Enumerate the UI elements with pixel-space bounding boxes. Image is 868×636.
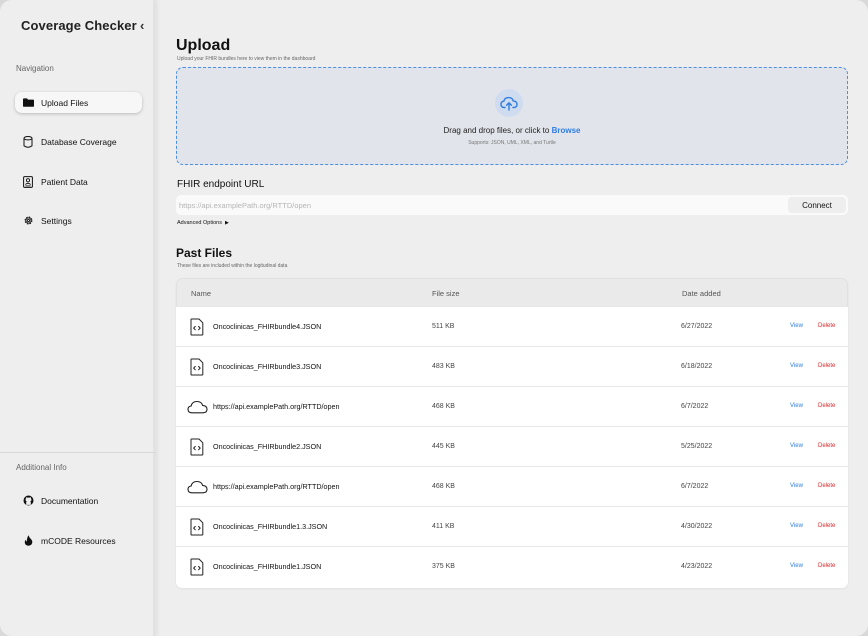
file-name: https://api.examplePath.org/RTTD/open: [213, 402, 340, 411]
sidebar-item-upload-files[interactable]: Upload Files: [15, 92, 142, 113]
navigation-section-label: Navigation: [16, 64, 54, 73]
page-title: Upload: [176, 37, 231, 54]
sidebar-divider: [0, 452, 156, 453]
view-link[interactable]: View: [790, 523, 803, 529]
code-file-icon: [186, 437, 208, 457]
file-name: Oncoclinicas_FHIRbundle3.JSON: [213, 362, 322, 371]
gear-icon: [22, 215, 34, 227]
dropzone-text: Drag and drop files, or click to: [443, 126, 552, 135]
sidebar-item-label: Settings: [41, 215, 72, 226]
file-name: Oncoclinicas_FHIRbundle4.JSON: [213, 322, 322, 331]
file-size: 468 KB: [432, 483, 455, 490]
past-files-title: Past Files: [176, 246, 233, 260]
file-name: https://api.examplePath.org/RTTD/open: [213, 482, 340, 491]
table-header: Name File size Date added: [176, 278, 848, 306]
caret-right-icon: ▶: [224, 220, 229, 226]
table-row: Oncoclinicas_FHIRbundle4.JSON 511 KB 6/27/…: [176, 306, 848, 346]
folder-icon: [22, 97, 34, 109]
delete-link[interactable]: Delete: [818, 523, 835, 529]
page-subtitle: Upload your FHIR bundles here to view th…: [177, 56, 316, 62]
fhir-endpoint-label: FHIR endpoint URL: [177, 179, 265, 190]
view-link[interactable]: View: [790, 443, 803, 449]
cloud-icon: [186, 477, 208, 497]
code-file-icon: [186, 557, 208, 577]
file-name: Oncoclinicas_FHIRbundle1.3.JSON: [213, 522, 328, 531]
file-size: 511 KB: [432, 323, 455, 330]
table-row: Oncoclinicas_FHIRbundle2.JSON 445 KB 5/25/…: [176, 426, 848, 466]
table-row: https://api.examplePath.org/RTTD/open 468…: [176, 386, 848, 426]
table-row: https://api.examplePath.org/RTTD/open 468…: [176, 466, 848, 506]
sidebar-item-label: Upload Files: [41, 97, 89, 108]
view-link[interactable]: View: [790, 403, 803, 409]
file-size: 468 KB: [432, 403, 455, 410]
sidebar-item-label: mCODE Resources: [41, 535, 116, 546]
view-link[interactable]: View: [790, 323, 803, 329]
date-added: 6/7/2022: [681, 483, 709, 490]
sidebar-item-label: Database Coverage: [41, 136, 117, 147]
date-added: 4/23/2022: [681, 563, 713, 570]
file-name: Oncoclinicas_FHIRbundle2.JSON: [213, 442, 322, 451]
code-file-icon: [186, 357, 208, 377]
supported-formats-text: Supports: JSON, UML, XML, and Turtle: [468, 140, 556, 146]
advanced-options-toggle[interactable]: Advanced Options ▶: [177, 220, 229, 226]
sidebar-item-documentation[interactable]: Documentation: [15, 490, 142, 511]
view-link[interactable]: View: [790, 483, 803, 489]
database-icon: [22, 135, 34, 148]
browse-link[interactable]: Browse: [552, 126, 581, 135]
code-file-icon: [186, 317, 208, 337]
github-icon: [22, 495, 34, 507]
delete-link[interactable]: Delete: [818, 323, 835, 329]
additional-info-label: Additional Info: [16, 463, 67, 472]
view-link[interactable]: View: [790, 563, 803, 569]
view-link[interactable]: View: [790, 363, 803, 369]
past-files-subtitle: These files are included within the logi…: [177, 263, 288, 269]
chevron-left-icon[interactable]: ‹: [140, 18, 152, 34]
fhir-endpoint-row: Connect: [176, 195, 848, 215]
sidebar: Coverage Checker ‹ Navigation Upload Fil…: [0, 0, 156, 636]
column-header-date-added: Date added: [682, 289, 721, 298]
file-dropzone[interactable]: Drag and drop files, or click to Browse …: [176, 67, 848, 165]
main-content: Upload Upload your FHIR bundles here to …: [160, 0, 868, 636]
cloud-upload-icon: [495, 89, 523, 117]
delete-link[interactable]: Delete: [818, 403, 835, 409]
table-row: Oncoclinicas_FHIRbundle1.3.JSON 411 KB 4/3…: [176, 506, 848, 546]
app-window: Coverage Checker ‹ Navigation Upload Fil…: [0, 0, 868, 636]
file-size: 445 KB: [432, 443, 455, 450]
dropzone-instructions: Drag and drop files, or click to Browse: [177, 126, 847, 135]
table-row: Oncoclinicas_FHIRbundle1.JSON 375 KB 4/23/…: [176, 546, 848, 586]
connect-button[interactable]: Connect: [788, 197, 846, 213]
flame-icon: [22, 535, 34, 547]
sidebar-item-settings[interactable]: Settings: [15, 210, 142, 231]
delete-link[interactable]: Delete: [818, 563, 835, 569]
delete-link[interactable]: Delete: [818, 483, 835, 489]
file-size: 375 KB: [432, 563, 455, 570]
date-added: 5/25/2022: [681, 443, 713, 450]
sidebar-item-label: Patient Data: [41, 176, 88, 187]
sidebar-item-database-coverage[interactable]: Database Coverage: [15, 131, 142, 152]
past-files-table: Name File size Date added Oncoclinicas_F…: [176, 278, 848, 588]
app-title: Coverage Checker: [21, 18, 137, 33]
file-name: Oncoclinicas_FHIRbundle1.JSON: [213, 562, 322, 571]
file-size: 483 KB: [432, 363, 455, 370]
column-header-name: Name: [191, 289, 212, 298]
sidebar-item-label: Documentation: [41, 495, 99, 506]
file-size: 411 KB: [432, 523, 455, 530]
code-file-icon: [186, 517, 208, 537]
sidebar-item-patient-data[interactable]: Patient Data: [15, 171, 142, 192]
sidebar-item-mcode-resources[interactable]: mCODE Resources: [15, 530, 142, 551]
date-added: 6/7/2022: [681, 403, 709, 410]
date-added: 6/18/2022: [681, 363, 713, 370]
column-header-file-size: File size: [432, 289, 460, 298]
fhir-endpoint-input[interactable]: [176, 195, 784, 215]
table-row: Oncoclinicas_FHIRbundle3.JSON 483 KB 6/18/…: [176, 346, 848, 386]
date-added: 6/27/2022: [681, 323, 713, 330]
advanced-options-label: Advanced Options: [177, 220, 222, 226]
delete-link[interactable]: Delete: [818, 443, 835, 449]
delete-link[interactable]: Delete: [818, 363, 835, 369]
cloud-icon: [186, 397, 208, 417]
date-added: 4/30/2022: [681, 523, 713, 530]
patient-card-icon: [22, 175, 34, 188]
